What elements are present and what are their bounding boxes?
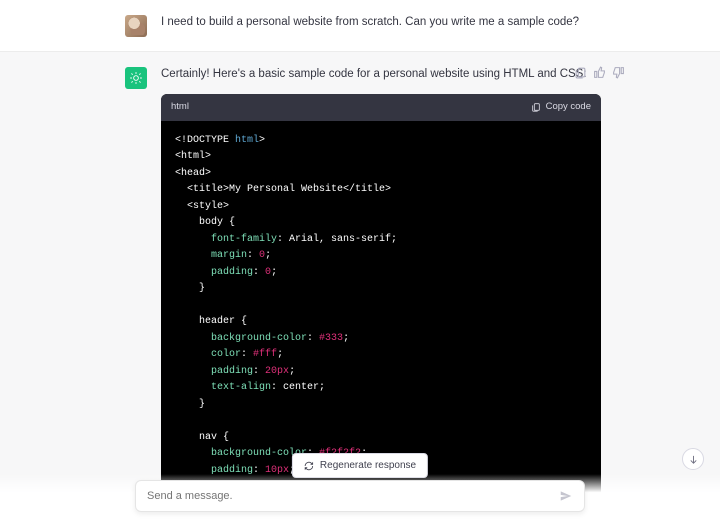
clipboard-icon: [531, 102, 541, 112]
thumbs-up-icon[interactable]: [593, 66, 606, 79]
composer-area: [0, 474, 720, 520]
send-icon[interactable]: [559, 489, 573, 503]
user-message-row: I need to build a personal website from …: [0, 0, 720, 51]
user-message-text: I need to build a personal website from …: [161, 14, 595, 37]
message-composer[interactable]: [135, 480, 585, 512]
copy-code-button[interactable]: Copy code: [531, 100, 591, 115]
conversation-area: I need to build a personal website from …: [0, 0, 720, 520]
regenerate-label: Regenerate response: [320, 460, 416, 471]
clipboard-icon[interactable]: [574, 66, 587, 79]
message-actions: [574, 66, 625, 79]
message-input[interactable]: [147, 490, 559, 502]
code-language-label: html: [171, 100, 189, 115]
user-avatar: [125, 15, 147, 37]
arrow-down-icon: [688, 454, 699, 465]
assistant-message-row: Certainly! Here's a basic sample code fo…: [0, 51, 720, 520]
code-block-header: html Copy code: [161, 94, 601, 121]
assistant-avatar: [125, 67, 147, 89]
thumbs-down-icon[interactable]: [612, 66, 625, 79]
assistant-intro-text: Certainly! Here's a basic sample code fo…: [161, 66, 601, 84]
scroll-to-bottom-button[interactable]: [682, 448, 704, 470]
copy-code-label: Copy code: [546, 100, 591, 115]
refresh-icon: [304, 461, 314, 471]
